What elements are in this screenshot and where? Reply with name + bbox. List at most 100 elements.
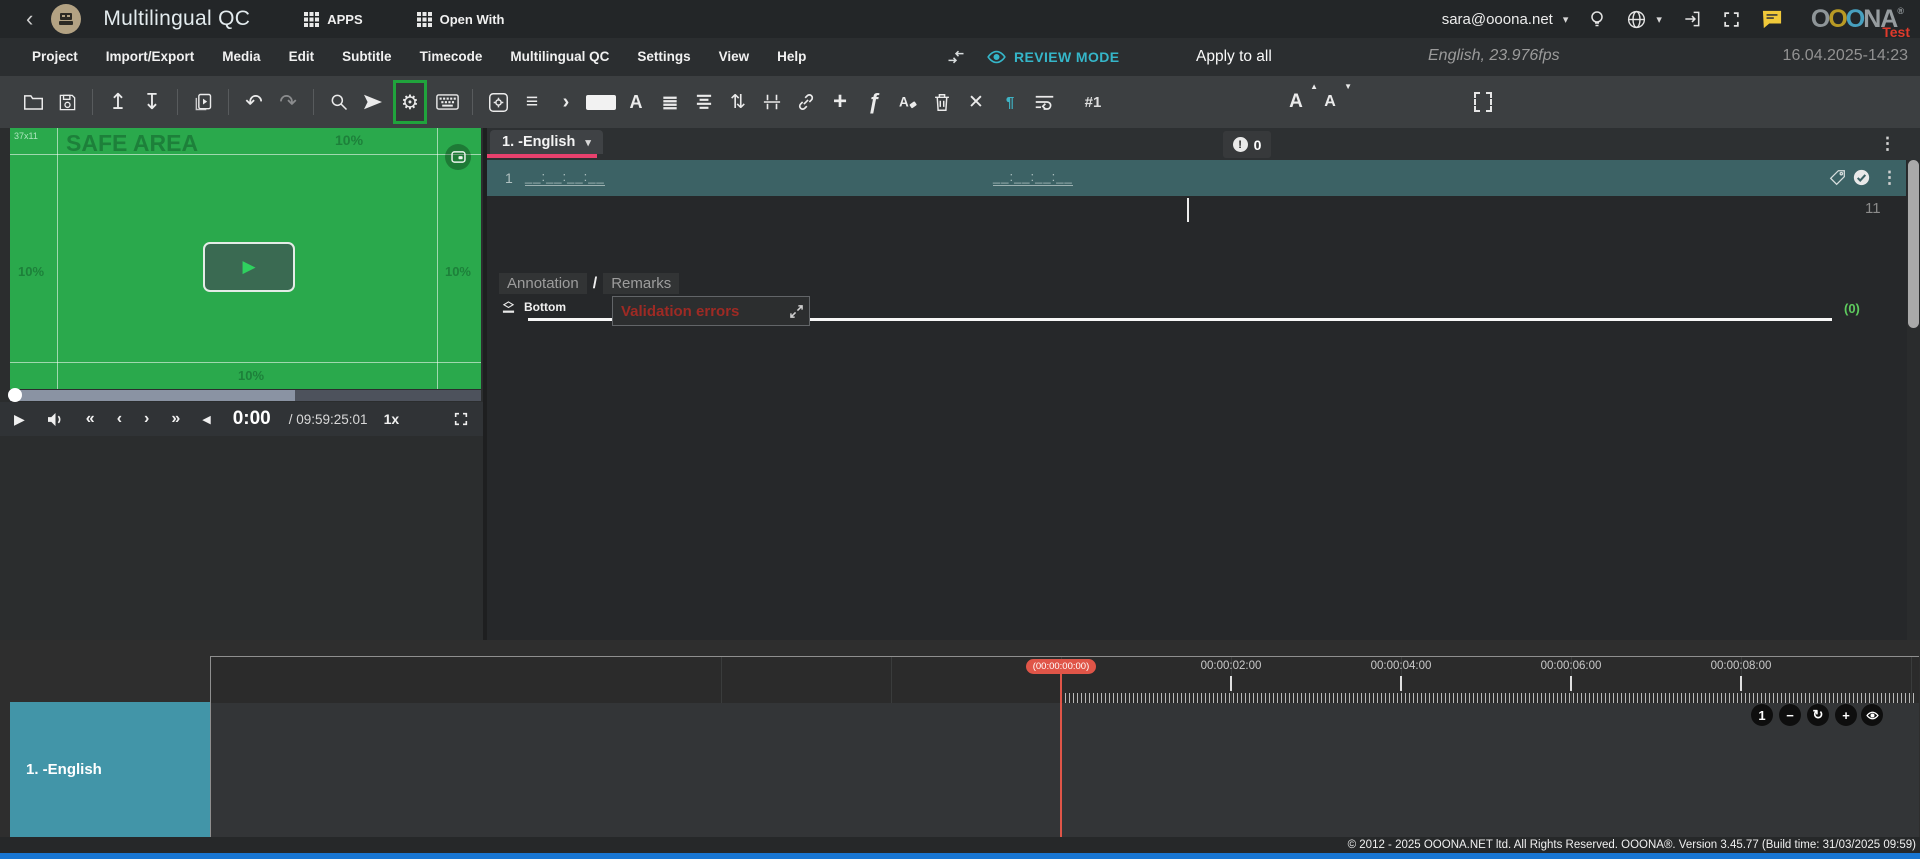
- clear-format-button[interactable]: A: [894, 84, 922, 120]
- justify-button[interactable]: ≣: [656, 84, 684, 120]
- menu-settings[interactable]: Settings: [623, 38, 704, 76]
- apps-button[interactable]: APPS: [304, 12, 362, 27]
- display-settings-button[interactable]: [484, 84, 512, 120]
- resize-icon[interactable]: [790, 305, 803, 318]
- tab-remarks[interactable]: Remarks: [603, 273, 679, 294]
- video-play-button[interactable]: ▶: [203, 242, 295, 292]
- timeline-visibility-button[interactable]: [1861, 704, 1883, 726]
- delete-button[interactable]: [928, 84, 956, 120]
- seek-thumb[interactable]: [8, 388, 22, 402]
- pip-toggle-button[interactable]: [445, 144, 471, 170]
- timecode-in-field[interactable]: __:__:__:__: [525, 169, 605, 186]
- text-field-button[interactable]: [586, 84, 616, 120]
- shortcuts-button[interactable]: [433, 84, 461, 120]
- safe-area-line: [57, 128, 58, 389]
- send-button[interactable]: [359, 84, 387, 120]
- line-order-button[interactable]: ⇅: [724, 84, 752, 120]
- menu-help[interactable]: Help: [763, 38, 820, 76]
- undo-button[interactable]: ↶: [240, 84, 268, 120]
- next-subtitle-button[interactable]: ›: [144, 410, 149, 428]
- logout-icon[interactable]: [1682, 9, 1702, 29]
- playhead-badge[interactable]: (00:00:00:00): [1026, 659, 1096, 674]
- play-button[interactable]: ▶: [14, 411, 25, 428]
- split-subtitle-button[interactable]: [758, 84, 786, 120]
- playback-speed-label[interactable]: 1x: [384, 411, 400, 427]
- italics-button[interactable]: ƒ: [860, 84, 888, 120]
- menu-import-export[interactable]: Import/Export: [92, 38, 209, 76]
- row-menu-icon[interactable]: ⋮: [1881, 169, 1898, 186]
- timeline-zoom-out-button[interactable]: −: [1779, 704, 1801, 726]
- font-decrease-button[interactable]: A ▼: [1316, 84, 1344, 120]
- menu-edit[interactable]: Edit: [275, 38, 329, 76]
- feedback-chat-icon[interactable]: [1761, 9, 1783, 29]
- font-style-button[interactable]: A: [622, 84, 650, 120]
- import-button[interactable]: ↥: [104, 84, 132, 120]
- subtitle-number-label: #1: [1079, 84, 1107, 120]
- error-count-badge[interactable]: ! 0: [1223, 131, 1271, 158]
- approve-check-icon[interactable]: [1853, 169, 1870, 186]
- editor-menu-icon[interactable]: ⋮: [1879, 135, 1896, 152]
- apply-to-all-label[interactable]: Apply to all: [1196, 48, 1272, 66]
- open-file-button[interactable]: [19, 84, 47, 120]
- rows-view-button[interactable]: ≡: [518, 84, 546, 120]
- timeline-track-english[interactable]: 1. -English: [10, 702, 210, 837]
- selection-border-button[interactable]: [1469, 84, 1497, 120]
- redo-button[interactable]: ↷: [274, 84, 302, 120]
- user-menu[interactable]: sara@ooona.net ▾: [1442, 11, 1569, 28]
- annotation-tabs: Annotation / Remarks: [499, 273, 679, 294]
- pilcrow-icon: ¶: [1006, 94, 1014, 111]
- show-formatting-button[interactable]: ¶: [996, 84, 1024, 120]
- prev-subtitle-button[interactable]: ‹: [117, 410, 122, 428]
- fast-forward-button[interactable]: »: [171, 410, 180, 428]
- menu-view[interactable]: View: [705, 38, 764, 76]
- join-arrows-icon[interactable]: [946, 48, 966, 66]
- remove-button[interactable]: ✕: [962, 84, 990, 120]
- back-icon[interactable]: ‹: [26, 8, 33, 30]
- playhead-line[interactable]: [1060, 672, 1062, 837]
- link-subtitles-button[interactable]: [792, 84, 820, 120]
- save-button[interactable]: [53, 84, 81, 120]
- timecode-out-field[interactable]: __:__:__:__: [993, 169, 1073, 186]
- seek-bar[interactable]: [10, 390, 481, 401]
- volume-button[interactable]: [47, 412, 64, 427]
- subtitle-row[interactable]: 1 __:__:__:__ __:__:__:__ ⋮: [487, 160, 1906, 196]
- menu-project[interactable]: Project: [18, 38, 92, 76]
- find-replace-button[interactable]: [325, 84, 353, 120]
- align-center-button[interactable]: [690, 84, 718, 120]
- review-mode-label[interactable]: REVIEW MODE: [1014, 49, 1120, 65]
- language-globe-button[interactable]: ▾: [1626, 9, 1662, 30]
- frame-back-button[interactable]: ◀: [202, 413, 210, 426]
- tag-icon[interactable]: [1829, 169, 1846, 186]
- add-subtitle-button[interactable]: +: [826, 84, 854, 120]
- video-preview[interactable]: 37x11 SAFE AREA 10% 10% 10% 10% ▶: [10, 128, 481, 389]
- validation-errors-panel[interactable]: Validation errors: [612, 296, 810, 326]
- hint-bulb-icon[interactable]: [1588, 9, 1606, 29]
- open-with-button[interactable]: Open With: [417, 12, 505, 27]
- safe-area-line: [10, 362, 481, 363]
- gear-box-icon: [488, 92, 509, 113]
- menu-subtitle[interactable]: Subtitle: [328, 38, 406, 76]
- tab-annotation[interactable]: Annotation: [499, 273, 587, 294]
- editor-scrollbar[interactable]: [1907, 160, 1920, 640]
- fullscreen-icon[interactable]: [1722, 10, 1741, 29]
- wrap-text-button[interactable]: [1030, 84, 1058, 120]
- timeline-panel[interactable]: 00:00:02:00 00:00:04:00 00:00:06:00 00:0…: [210, 656, 1919, 837]
- player-fullscreen-button[interactable]: [453, 411, 469, 427]
- timeline-track-area[interactable]: [211, 703, 1919, 837]
- tab-english[interactable]: 1. -English ▾: [490, 130, 603, 154]
- timeline-zoom-in-button[interactable]: +: [1835, 704, 1857, 726]
- safe-area-line: [437, 128, 438, 389]
- rewind-button[interactable]: «: [86, 410, 95, 428]
- position-control[interactable]: Bottom: [501, 300, 566, 314]
- menu-timecode[interactable]: Timecode: [406, 38, 497, 76]
- font-increase-button[interactable]: A ▲: [1282, 84, 1310, 120]
- settings-gear-button[interactable]: ⚙: [393, 80, 427, 124]
- expand-rows-button[interactable]: ›: [552, 84, 580, 120]
- menu-media[interactable]: Media: [208, 38, 274, 76]
- export-button[interactable]: ↧: [138, 84, 166, 120]
- timeline-reset-button[interactable]: ↻: [1807, 704, 1829, 726]
- duplicate-project-button[interactable]: [189, 84, 217, 120]
- scrollbar-thumb[interactable]: [1908, 160, 1919, 328]
- timeline-zoom-level[interactable]: 1: [1751, 704, 1773, 726]
- menu-multilingual-qc[interactable]: Multilingual QC: [496, 38, 623, 76]
